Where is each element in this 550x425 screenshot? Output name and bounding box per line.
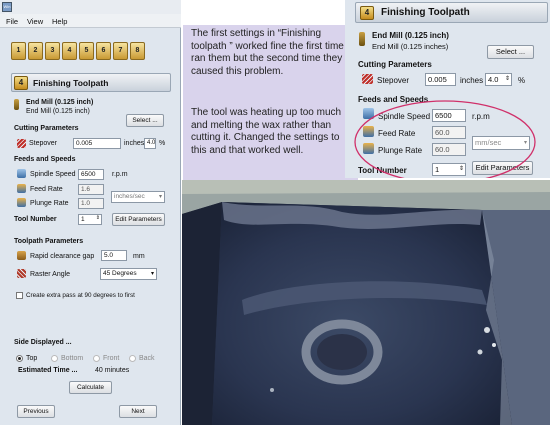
plunge-rate-label: Plunge Rate [30, 200, 69, 207]
tool-name: End Mill (0.125 inch) [26, 99, 94, 106]
title-bar: Win 3D [0, 0, 181, 17]
step-toolbar: 1 2 3 4 5 6 7 8 [11, 42, 151, 64]
stepover-percent-field[interactable]: 4.0 [144, 138, 156, 149]
rapid-clearance-label: Rapid clearance gap [30, 253, 95, 260]
rate-unit-select[interactable]: inches/sec ▾ [111, 191, 165, 203]
spindle-label: Spindle Speed [30, 171, 76, 178]
step-6-icon[interactable]: 6 [96, 42, 111, 60]
tool-number-label: Tool Number [14, 216, 57, 223]
step-4-icon[interactable]: 4 [62, 42, 77, 60]
edit-parameters-button[interactable]: Edit Parameters [112, 213, 165, 226]
side-back-label: Back [139, 355, 155, 362]
side-bottom-label: Bottom [61, 355, 84, 362]
step-8-icon[interactable]: 8 [130, 42, 145, 60]
side-top-radio[interactable] [16, 355, 23, 362]
estimated-time-value: 40 minutes [95, 367, 130, 374]
step-4-icon: 4 [14, 76, 28, 90]
raster-angle-label: Raster Angle [30, 271, 71, 278]
stepover-field[interactable]: 0.005 [73, 138, 121, 149]
wax-photo-image [182, 180, 550, 425]
select-tool-button[interactable]: Select ... [126, 114, 164, 127]
milled-wax-photo [182, 180, 550, 425]
chevron-down-icon: ▾ [158, 194, 162, 200]
estimated-time-label: Estimated Time ... [18, 367, 78, 374]
previous-button[interactable]: Previous [17, 405, 55, 418]
toolpath-params-label: Toolpath Parameters [14, 238, 84, 245]
step-7-icon[interactable]: 7 [113, 42, 128, 60]
step-3-icon[interactable]: 3 [45, 42, 60, 60]
section-title: Finishing Toolpath [33, 78, 109, 88]
chevron-down-icon: ▾ [150, 271, 154, 277]
toolpath-app-window: Win 3D File View Help 1 2 3 4 5 6 7 8 4 … [0, 0, 181, 425]
extra-pass-checkbox[interactable] [16, 292, 23, 299]
raster-angle-value: 45 Degrees [103, 270, 137, 277]
tool-number-value: 1 [81, 216, 85, 223]
plunge-rate-icon [17, 198, 26, 207]
step-5-icon[interactable]: 5 [79, 42, 94, 60]
side-bottom-radio[interactable] [51, 355, 58, 362]
highlight-ellipse [354, 100, 536, 178]
side-front-radio[interactable] [93, 355, 100, 362]
menu-view[interactable]: View [27, 17, 43, 26]
rapid-clearance-unit: mm [133, 253, 145, 260]
plunge-rate-field[interactable]: 1.0 [78, 198, 104, 209]
rapid-clearance-icon [17, 251, 26, 260]
spinner-icon[interactable]: ⇕ [96, 214, 100, 223]
percent-symbol: % [159, 140, 166, 147]
cutting-params-label: Cutting Parameters [14, 125, 79, 132]
feeds-speeds-label: Feeds and Speeds [14, 156, 76, 163]
side-displayed-label: Side Displayed ... [14, 339, 72, 346]
instruction-note: The first settings in “Finishing toolpat… [183, 25, 358, 180]
stepover-unit: inches [124, 140, 145, 147]
rapid-clearance-field[interactable]: 5.0 [101, 250, 127, 261]
stepover-label: Stepover [29, 140, 58, 147]
note-paragraph-2: The tool was heating up too much and mel… [191, 107, 342, 156]
revised-settings-panel: 4 Finishing Toolpath End Mill (0.125 inc… [345, 0, 550, 178]
menu-bar: File View Help [0, 14, 181, 28]
app-icon: Win 3D [2, 2, 12, 17]
tool-number-field[interactable]: 1 ⇕ [78, 214, 102, 225]
stepover-icon [17, 139, 26, 148]
raster-angle-select[interactable]: 45 Degrees ▾ [100, 268, 157, 280]
step-2-icon[interactable]: 2 [28, 42, 43, 60]
rate-unit-value: inches/sec [114, 193, 145, 200]
calculate-button[interactable]: Calculate [69, 381, 112, 394]
side-back-radio[interactable] [129, 355, 136, 362]
note-paragraph-1: The first settings in “Finishing toolpat… [191, 28, 350, 77]
menu-file[interactable]: File [6, 17, 18, 26]
extra-pass-label: Create extra pass at 90 degrees to first [26, 292, 135, 299]
menu-help[interactable]: Help [52, 17, 67, 26]
next-button[interactable]: Next [119, 405, 157, 418]
raster-angle-icon [17, 269, 26, 278]
side-front-label: Front [103, 355, 120, 362]
feed-rate-label: Feed Rate [30, 186, 63, 193]
side-top-label: Top [26, 355, 38, 362]
finishing-toolpath-header: 4 Finishing Toolpath [11, 73, 171, 92]
feed-rate-icon [17, 184, 26, 193]
feed-rate-field[interactable]: 1.6 [78, 184, 104, 195]
spindle-speed-icon [17, 169, 26, 178]
tool-description: End Mill (0.125 inch) [26, 108, 90, 115]
step-1-icon[interactable]: 1 [11, 42, 26, 60]
spindle-unit: r.p.m [112, 171, 128, 178]
end-mill-icon [14, 99, 19, 110]
spindle-speed-field[interactable]: 6500 [78, 169, 104, 180]
